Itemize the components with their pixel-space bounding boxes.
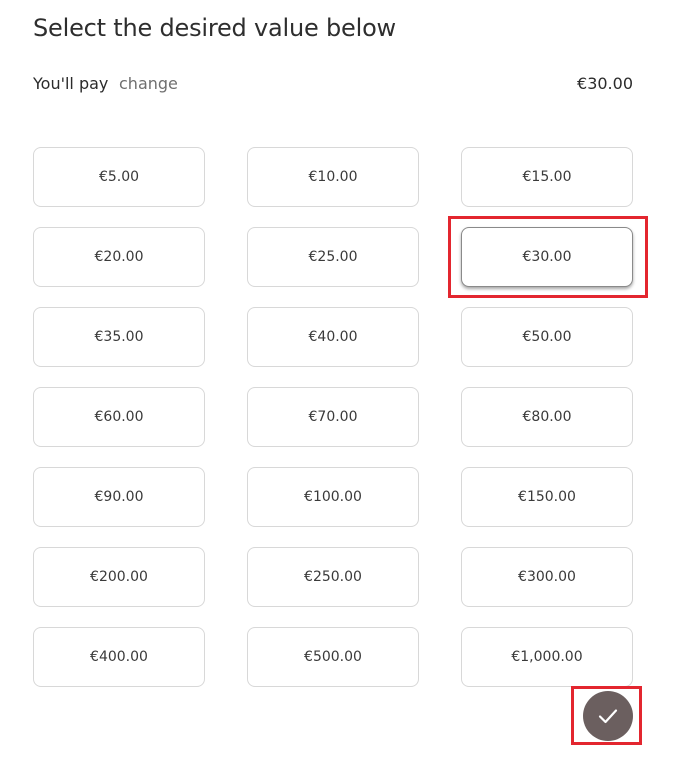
amount-option-200[interactable]: €200.00 bbox=[33, 547, 205, 607]
amount-option-10[interactable]: €10.00 bbox=[247, 147, 419, 207]
amount-option-70[interactable]: €70.00 bbox=[247, 387, 419, 447]
amount-grid: €5.00 €10.00 €15.00 €20.00 €25.00 €30.00… bbox=[33, 147, 633, 687]
pay-label: You'll pay bbox=[33, 74, 109, 93]
amount-option-5[interactable]: €5.00 bbox=[33, 147, 205, 207]
amount-option-150[interactable]: €150.00 bbox=[461, 467, 633, 527]
confirm-button[interactable] bbox=[583, 691, 633, 741]
amount-option-100[interactable]: €100.00 bbox=[247, 467, 419, 527]
amount-option-40[interactable]: €40.00 bbox=[247, 307, 419, 367]
payment-summary: You'll pay change €30.00 bbox=[33, 74, 633, 96]
amount-option-300[interactable]: €300.00 bbox=[461, 547, 633, 607]
amount-option-1000[interactable]: €1,000.00 bbox=[461, 627, 633, 687]
amount-option-25[interactable]: €25.00 bbox=[247, 227, 419, 287]
amount-option-20[interactable]: €20.00 bbox=[33, 227, 205, 287]
change-link[interactable]: change bbox=[119, 74, 178, 93]
pay-amount: €30.00 bbox=[577, 74, 633, 93]
page-title: Select the desired value below bbox=[33, 14, 396, 42]
amount-option-50[interactable]: €50.00 bbox=[461, 307, 633, 367]
amount-option-35[interactable]: €35.00 bbox=[33, 307, 205, 367]
amount-option-250[interactable]: €250.00 bbox=[247, 547, 419, 607]
amount-option-15[interactable]: €15.00 bbox=[461, 147, 633, 207]
check-icon bbox=[598, 709, 618, 724]
amount-option-80[interactable]: €80.00 bbox=[461, 387, 633, 447]
amount-option-500[interactable]: €500.00 bbox=[247, 627, 419, 687]
amount-option-30[interactable]: €30.00 bbox=[461, 227, 633, 287]
amount-option-400[interactable]: €400.00 bbox=[33, 627, 205, 687]
amount-option-90[interactable]: €90.00 bbox=[33, 467, 205, 527]
amount-option-60[interactable]: €60.00 bbox=[33, 387, 205, 447]
